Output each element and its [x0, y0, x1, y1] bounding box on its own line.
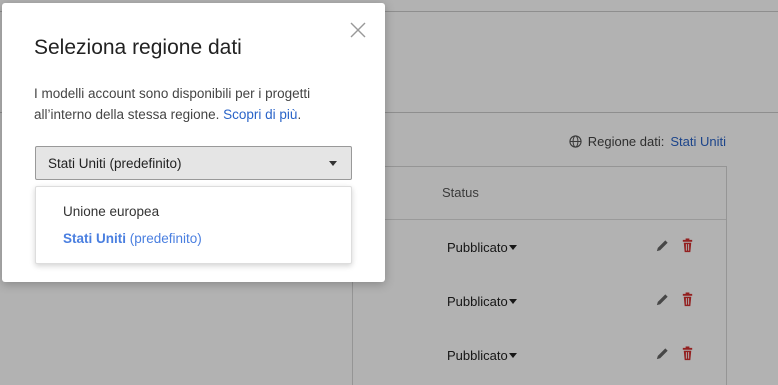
option-united-states[interactable]: Stati Uniti (predefinito) [63, 231, 202, 246]
dialog-title: Seleziona regione dati [34, 36, 242, 59]
option-suffix: (predefinito) [129, 231, 202, 246]
option-european-union[interactable]: Unione europea [63, 204, 159, 219]
option-label: Stati Uniti [63, 231, 126, 246]
region-select[interactable]: Stati Uniti (predefinito) [35, 146, 352, 180]
dialog-description: I modelli account sono disponibili per i… [34, 83, 354, 125]
option-label: Unione europea [63, 204, 160, 219]
description-period: . [297, 107, 302, 122]
region-select-value: Stati Uniti (predefinito) [48, 155, 182, 171]
close-icon[interactable] [349, 21, 367, 39]
learn-more-link[interactable]: Scopri di più [223, 107, 297, 122]
chevron-down-icon [329, 161, 337, 166]
region-dropdown-menu: Unione europea Stati Uniti (predefinito) [35, 186, 352, 264]
